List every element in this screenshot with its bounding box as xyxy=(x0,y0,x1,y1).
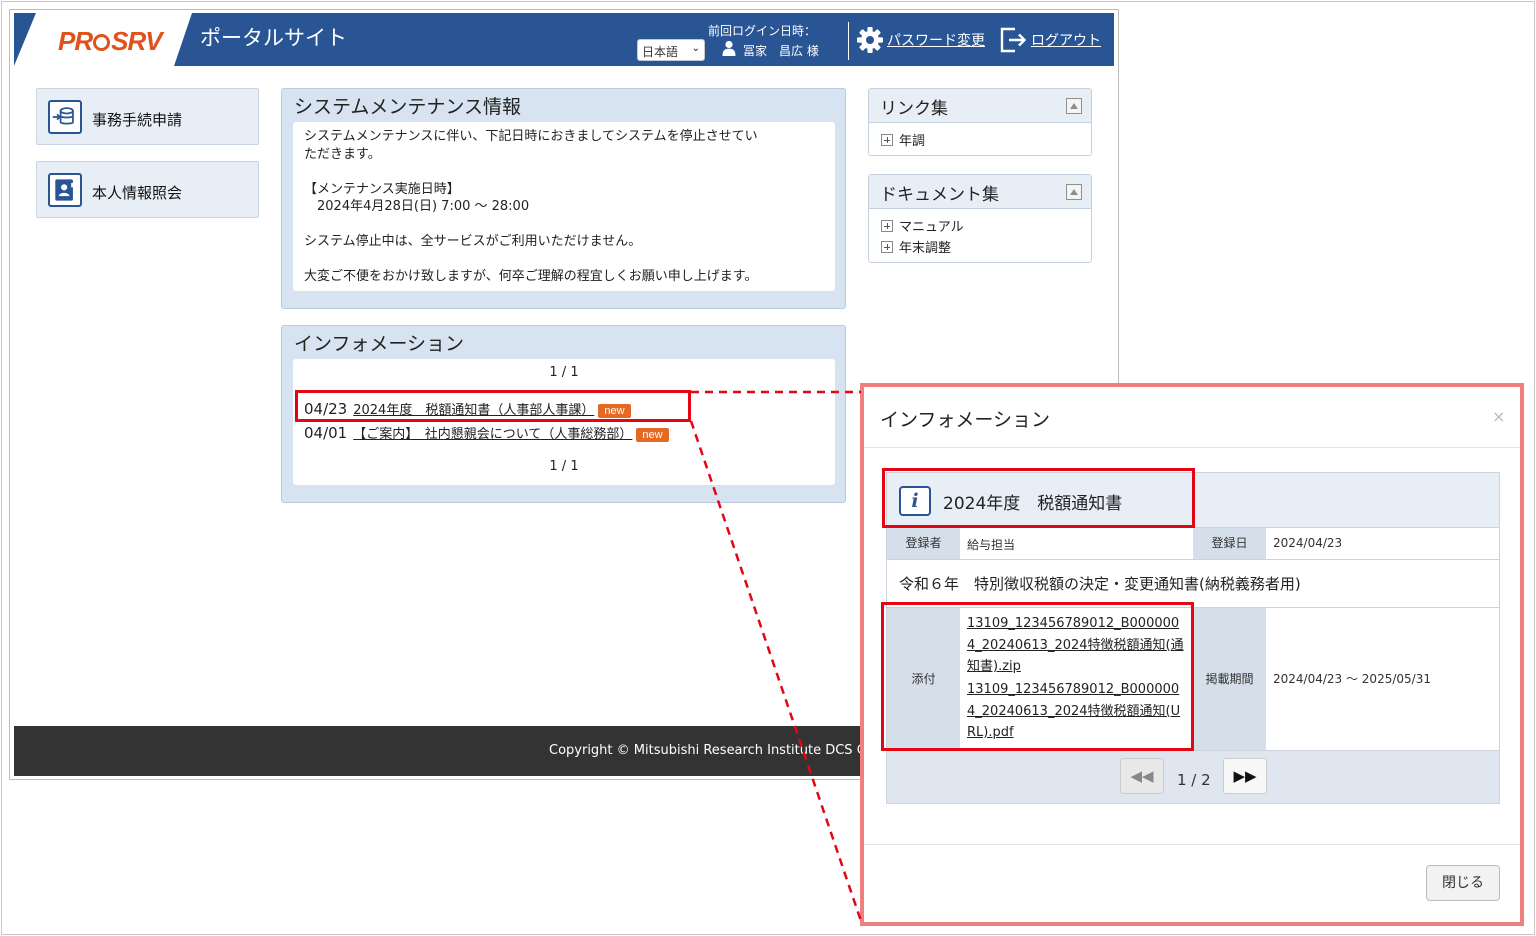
news-date: 04/01 xyxy=(304,424,348,442)
logo-text-right: SRV xyxy=(111,26,162,56)
collapse-icon[interactable] xyxy=(1066,184,1082,200)
links-title: リンク集 xyxy=(880,99,948,119)
expand-plus-icon[interactable] xyxy=(881,134,893,146)
password-change-link[interactable]: パスワード変更 xyxy=(887,30,985,50)
maintenance-line xyxy=(304,216,824,234)
highlight-attachments xyxy=(881,602,1194,751)
reg-date-value: 2024/04/23 xyxy=(1273,536,1343,550)
information-title: インフォメーション xyxy=(294,333,465,355)
chevron-down-icon: ⌄ xyxy=(691,43,700,54)
maintenance-line: ただきます。 xyxy=(304,146,381,162)
documents-header: ドキュメント集 xyxy=(869,175,1091,209)
last-login-label: 前回ログイン日時： xyxy=(708,24,817,38)
header-divider xyxy=(848,22,849,60)
news-title-link[interactable]: 【ご案内】 社内懇親会について（人事総務部） xyxy=(353,427,632,442)
user-name: 冨家 昌広 様 xyxy=(743,44,819,58)
maintenance-line: システムメンテナンスに伴い、下記日時におきましてシステムを停止させてい xyxy=(304,129,758,144)
documents-panel: ドキュメント集 マニュアル 年末調整 xyxy=(868,174,1092,263)
modal-title: インフォメーション xyxy=(880,409,1051,431)
links-item[interactable]: 年調 xyxy=(881,130,925,149)
documents-item[interactable]: 年末調整 xyxy=(881,237,951,256)
procedure-menu-label: 事務手続申請 xyxy=(92,111,183,129)
maintenance-title: システムメンテナンス情報 xyxy=(294,96,522,118)
meta-row: 登録者 給与担当 登録日 2024/04/23 xyxy=(887,528,1499,560)
maintenance-line: 2024年4月28日(日) 7:00 ～ 28:00 xyxy=(304,199,530,214)
documents-item-label: 年末調整 xyxy=(899,241,952,256)
logo-text-left: PR xyxy=(58,26,93,56)
language-select[interactable]: 日本語 ⌄ xyxy=(637,39,705,61)
information-pager-bottom: 1 / 1 xyxy=(549,459,579,474)
highlight-news-item xyxy=(295,390,691,422)
links-header: リンク集 xyxy=(869,89,1091,123)
new-badge: new xyxy=(636,428,669,442)
period-label: 掲載期間 xyxy=(1193,608,1266,750)
modal-divider xyxy=(864,447,1520,448)
maintenance-panel: システムメンテナンス情報 システムメンテナンスに伴い、下記日時におきましてシステ… xyxy=(281,88,846,309)
logout-icon[interactable] xyxy=(999,26,1027,54)
links-panel: リンク集 年調 xyxy=(868,88,1092,156)
maintenance-line xyxy=(304,163,824,181)
documents-item-label: マニュアル xyxy=(899,220,964,235)
expand-plus-icon[interactable] xyxy=(881,220,893,232)
information-body: 1 / 1 04/23 2024年度 税額通知書（人事部人事課） new 04/01… xyxy=(293,359,835,485)
id-card-icon xyxy=(48,173,82,207)
maintenance-text: システムメンテナンスに伴い、下記日時におきましてシステムを停止させてい ただきます… xyxy=(293,122,835,292)
personal-info-menu-label: 本人情報照会 xyxy=(92,184,183,202)
expand-plus-icon[interactable] xyxy=(881,241,893,253)
body-row: 令和６年 特別徴収税額の決定・変更通知書(納税義務者用) xyxy=(887,560,1499,608)
registrant-value: 給与担当 xyxy=(967,538,1016,552)
application-form-icon xyxy=(48,100,82,134)
collapse-icon[interactable] xyxy=(1066,98,1082,114)
period-value: 2024/04/23 ～ 2025/05/31 xyxy=(1273,672,1431,686)
logo-ring-icon xyxy=(93,34,111,51)
pager-prev-button[interactable]: ◀◀ xyxy=(1120,758,1164,794)
highlight-info-title xyxy=(882,468,1195,528)
documents-title: ドキュメント集 xyxy=(880,185,999,205)
modal-footer-divider xyxy=(864,844,1520,845)
footer-copyright: Copyright © Mitsubishi Research Institut… xyxy=(549,743,866,758)
news-item[interactable]: 04/01 【ご案内】 社内懇親会について（人事総務部） new xyxy=(304,423,669,442)
registrant-label: 登録者 xyxy=(887,528,960,559)
maintenance-line: 大変ご不便をおかけ致しますが、何卒ご理解の程宜しくお願い申し上げます。 xyxy=(304,269,758,284)
logo[interactable]: PR SRV xyxy=(58,26,163,57)
documents-item[interactable]: マニュアル xyxy=(881,216,964,235)
procedure-menu-button[interactable]: 事務手続申請 xyxy=(36,88,259,145)
information-pager-top: 1 / 1 xyxy=(549,365,579,380)
links-item-label: 年調 xyxy=(899,134,926,149)
site-title: ポータルサイト xyxy=(200,26,347,50)
maintenance-line xyxy=(304,251,824,269)
gear-icon[interactable] xyxy=(856,26,884,54)
modal-pager-text: 1 / 2 xyxy=(1177,771,1211,789)
reg-date-label: 登録日 xyxy=(1193,528,1266,559)
close-button[interactable]: 閉じる xyxy=(1426,865,1500,901)
maintenance-line: 【メンテナンス実施日時】 xyxy=(304,181,460,197)
logout-link[interactable]: ログアウト xyxy=(1031,30,1101,50)
pager-next-button[interactable]: ▶▶ xyxy=(1223,758,1267,794)
personal-info-menu-button[interactable]: 本人情報照会 xyxy=(36,161,259,218)
user-icon xyxy=(722,40,736,56)
info-body-text: 令和６年 特別徴収税額の決定・変更通知書(納税義務者用) xyxy=(899,575,1301,593)
maintenance-body: システムメンテナンスに伴い、下記日時におきましてシステムを停止させてい ただきます… xyxy=(293,122,835,291)
language-value: 日本語 xyxy=(642,45,679,59)
close-icon[interactable]: × xyxy=(1492,407,1505,426)
maintenance-line: システム停止中は、全サービスがご利用いただけません。 xyxy=(304,234,642,249)
